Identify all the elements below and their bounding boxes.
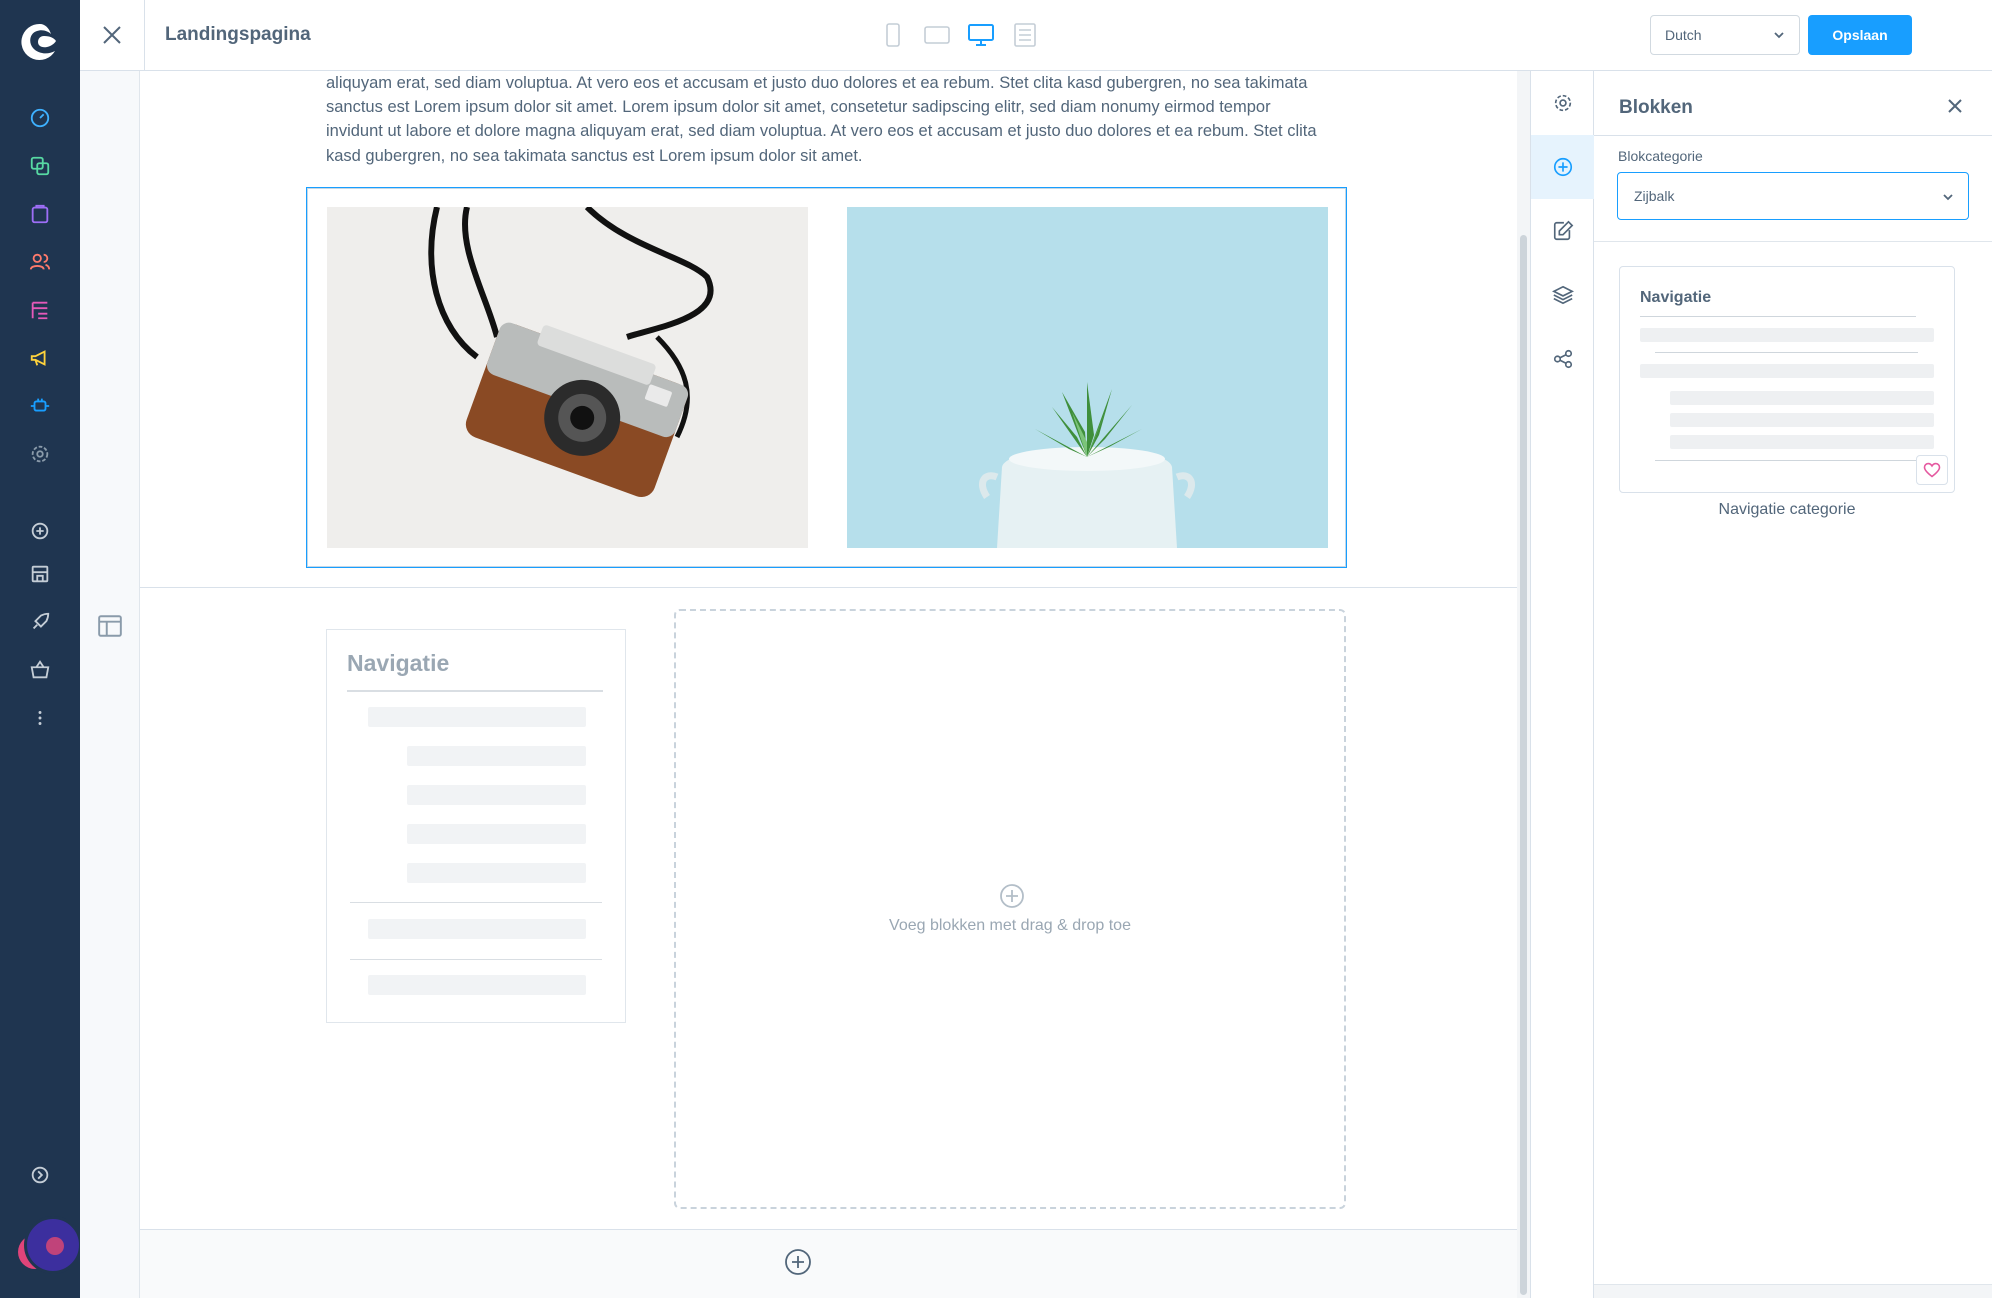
app: Landingspagina Dutch Opslaan aliquyam er… xyxy=(0,0,1992,1298)
desktop-view-button[interactable] xyxy=(965,20,997,50)
navigation-block-card[interactable]: Navigatie xyxy=(1619,266,1955,493)
dropzone-text: Voeg blokken met drag & drop toe xyxy=(889,917,1131,934)
collapse-icon[interactable] xyxy=(26,1161,54,1189)
save-button[interactable]: Opslaan xyxy=(1808,15,1912,55)
layers-icon xyxy=(1551,285,1574,305)
divider xyxy=(1640,316,1916,317)
skeleton-line xyxy=(368,975,586,995)
skeleton-line xyxy=(368,707,586,727)
chevron-down-icon xyxy=(1943,194,1953,201)
block-category-value: Zijbalk xyxy=(1634,188,1675,204)
close-icon xyxy=(103,26,121,44)
block-category-select[interactable]: Zijbalk xyxy=(1617,172,1969,220)
divider xyxy=(1594,241,1992,242)
skeleton-line xyxy=(1640,328,1934,342)
edit-tool[interactable] xyxy=(1531,199,1594,263)
avatar[interactable] xyxy=(24,1216,82,1274)
image-two-column-block[interactable] xyxy=(306,187,1347,568)
skeleton-line xyxy=(407,824,586,844)
navigation-block-preview[interactable]: Navigatie xyxy=(326,629,626,1023)
share-icon xyxy=(1553,349,1572,369)
skeleton-line xyxy=(407,863,586,883)
skeleton-line xyxy=(407,785,586,805)
section-divider xyxy=(140,587,1517,588)
mobile-view-button[interactable] xyxy=(877,20,909,50)
navigation-title: Navigatie xyxy=(347,650,450,676)
favorite-button[interactable] xyxy=(1916,455,1948,485)
block-card-title: Navigatie xyxy=(1640,289,1712,306)
text-block[interactable]: aliquyam erat, sed diam voluptua. At ver… xyxy=(326,71,1326,168)
sidebar-tool-rail xyxy=(1530,71,1594,1298)
dashboard-icon[interactable] xyxy=(26,104,54,132)
customers-icon[interactable] xyxy=(26,248,54,276)
edit-icon xyxy=(1553,220,1573,241)
extensions-icon[interactable] xyxy=(26,392,54,420)
divider xyxy=(1655,460,1918,461)
layers-tool[interactable] xyxy=(1531,263,1594,327)
chevron-down-icon xyxy=(1774,32,1784,39)
rocket-icon[interactable] xyxy=(26,608,54,636)
marketing-icon[interactable] xyxy=(26,344,54,372)
gear-icon xyxy=(1554,94,1571,112)
add-icon[interactable] xyxy=(26,517,54,545)
viewport-switcher xyxy=(877,20,1041,50)
mobile-icon xyxy=(886,23,900,47)
camera-image[interactable] xyxy=(327,207,808,548)
editor-canvas: aliquyam erat, sed diam voluptua. At ver… xyxy=(80,71,1530,1298)
orders-icon[interactable] xyxy=(26,296,54,324)
panel-scrollbar[interactable] xyxy=(1594,1284,1992,1298)
scrollbar-thumb[interactable] xyxy=(1520,235,1527,1295)
divider xyxy=(350,902,602,903)
close-button[interactable] xyxy=(80,0,145,70)
section-layout-icon[interactable] xyxy=(97,613,123,639)
blocks-tool[interactable] xyxy=(1531,135,1594,199)
more-icon[interactable] xyxy=(26,704,54,732)
skeleton-line xyxy=(1670,391,1934,405)
skeleton-line xyxy=(1670,413,1934,427)
section-gutter xyxy=(80,71,140,1298)
store-icon[interactable] xyxy=(26,560,54,588)
blocks-panel: Blokken Blokcategorie Zijbalk Navigatie … xyxy=(1594,71,1992,1298)
settings-icon[interactable] xyxy=(26,440,54,468)
block-card-name: Navigatie categorie xyxy=(1718,501,1856,518)
list-view-button[interactable] xyxy=(1009,20,1041,50)
language-value: Dutch xyxy=(1665,27,1702,43)
list-icon xyxy=(1014,23,1036,47)
canvas-scrollbar[interactable] xyxy=(1517,71,1530,1298)
add-section-strip xyxy=(140,1230,1517,1298)
content-icon[interactable] xyxy=(26,152,54,180)
divider xyxy=(1655,352,1918,353)
language-select[interactable]: Dutch xyxy=(1650,15,1800,55)
skeleton-line xyxy=(1670,435,1934,449)
add-circle-icon xyxy=(1553,157,1572,177)
tablet-view-button[interactable] xyxy=(921,20,953,50)
divider xyxy=(347,690,603,692)
basket-icon[interactable] xyxy=(26,656,54,684)
heart-icon xyxy=(1923,462,1941,478)
shopware-logo[interactable] xyxy=(20,22,60,62)
divider xyxy=(350,959,602,960)
skeleton-line xyxy=(368,919,586,939)
add-circle-icon xyxy=(1000,884,1024,908)
plant-picture xyxy=(847,207,1328,548)
blocks-panel-header: Blokken xyxy=(1594,71,1992,136)
plant-image[interactable] xyxy=(847,207,1328,548)
close-icon[interactable] xyxy=(1944,95,1966,117)
skeleton-line xyxy=(1640,364,1934,378)
share-tool[interactable] xyxy=(1531,327,1594,391)
tablet-icon xyxy=(924,26,950,44)
block-category-label: Blokcategorie xyxy=(1618,148,1703,164)
top-bar: Landingspagina Dutch Opslaan xyxy=(80,0,1992,71)
blocks-panel-title: Blokken xyxy=(1619,97,1693,118)
admin-sidebar xyxy=(0,0,82,1298)
skeleton-line xyxy=(407,746,586,766)
add-section-icon[interactable] xyxy=(784,1248,812,1276)
catalog-icon[interactable] xyxy=(26,200,54,228)
page-title: Landingspagina xyxy=(165,24,311,45)
settings-tool[interactable] xyxy=(1531,71,1594,135)
desktop-icon xyxy=(968,24,994,46)
camera-picture xyxy=(327,207,808,548)
block-dropzone[interactable]: Voeg blokken met drag & drop toe xyxy=(674,609,1346,1209)
